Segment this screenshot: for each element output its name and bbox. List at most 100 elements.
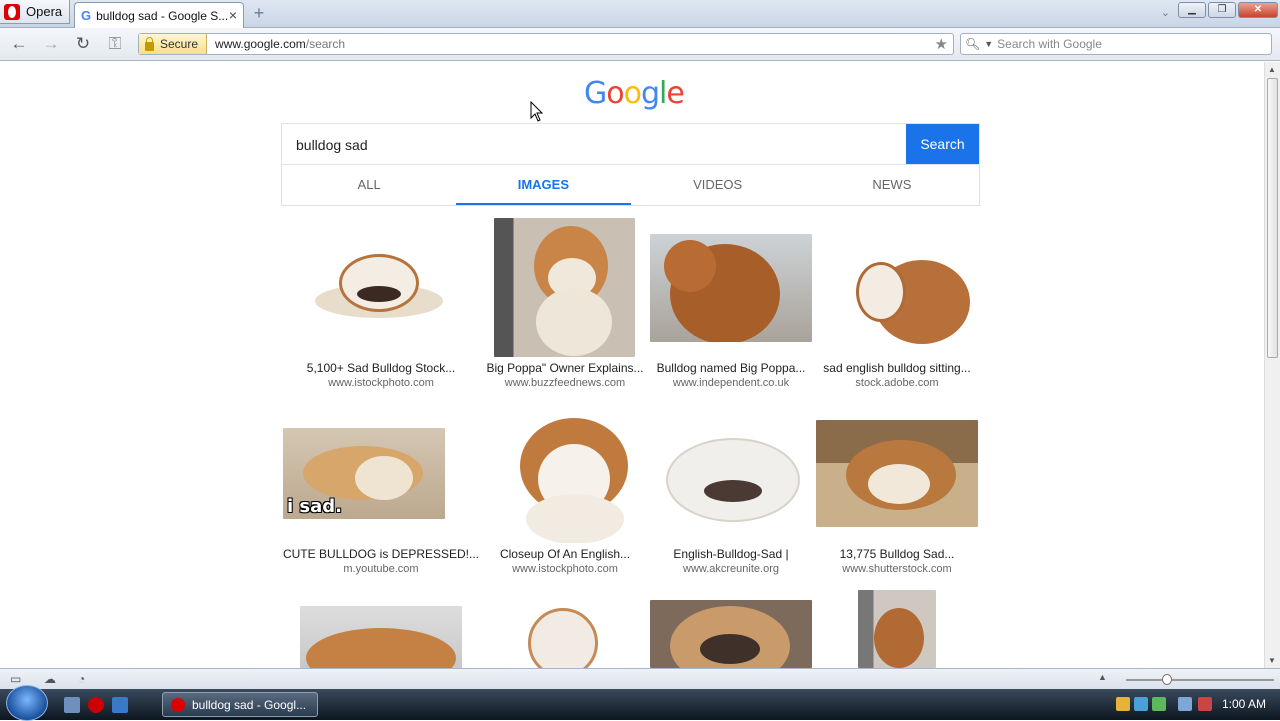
new-tab-button[interactable]: + <box>250 4 268 22</box>
security-label: Secure <box>160 37 199 51</box>
page-scrollbar[interactable]: ▲ ▼ <box>1264 62 1280 668</box>
forward-arrow-icon[interactable]: → <box>40 34 62 54</box>
zoom-slider-knob[interactable] <box>1162 674 1172 685</box>
result-site: www.istockphoto.com <box>512 563 618 575</box>
tab-title: bulldog sad - Google S... <box>96 8 229 23</box>
result-image-7[interactable] <box>660 430 805 524</box>
address-bar[interactable]: Secure www.google.com/search ★ <box>138 33 954 55</box>
switch-windows-icon[interactable] <box>112 697 128 713</box>
logo-letter: G <box>584 76 607 111</box>
browser-search-box[interactable]: 🔍︎ ▼ Search with Google <box>960 33 1272 55</box>
zoom-slider[interactable] <box>1126 674 1274 685</box>
taskbar-app-label: bulldog sad - Googl... <box>192 697 307 712</box>
opera-menu-button[interactable]: Opera <box>0 0 70 24</box>
google-favicon-icon: G <box>81 8 92 23</box>
scroll-up-icon[interactable]: ▲ <box>1268 65 1276 74</box>
search-button[interactable]: Search <box>906 124 979 165</box>
tab-all[interactable]: ALL <box>282 165 456 205</box>
mouse-cursor-icon <box>530 101 544 122</box>
opera-menu-label: Opera <box>26 4 63 19</box>
result-title: CUTE BULLDOG is DEPRESSED!... <box>282 547 480 561</box>
result-caption-4[interactable]: sad english bulldog sitting... stock.ado… <box>816 361 978 389</box>
tab-menu-chevron-icon[interactable]: ⌄ <box>1161 6 1170 19</box>
shield-tray-icon[interactable] <box>1116 697 1130 711</box>
result-caption-6[interactable]: Closeup Of An English... www.istockphoto… <box>480 547 650 575</box>
title-bar: Opera G bulldog sad - Google S... × + ⌄ … <box>0 0 1280 28</box>
logo-letter: o <box>623 76 642 111</box>
result-image-5[interactable]: i sad. <box>283 428 445 519</box>
search-icon: 🔍︎ <box>965 37 981 51</box>
search-engine-dropdown-icon[interactable]: ▼ <box>984 39 993 49</box>
logo-letter: e <box>666 76 684 111</box>
browser-tab[interactable]: G bulldog sad - Google S... × <box>74 2 244 28</box>
result-image-4[interactable] <box>826 250 974 347</box>
minimize-button[interactable]: ▁ <box>1178 2 1206 18</box>
result-site: www.akcreunite.org <box>683 563 779 575</box>
opera-logo-icon <box>171 697 185 712</box>
result-image-1[interactable] <box>305 244 453 329</box>
result-caption-7[interactable]: English-Bulldog-Sad | www.akcreunite.org <box>645 547 817 575</box>
result-image-8[interactable] <box>816 420 978 527</box>
search-tabs: ALL IMAGES VIDEOS NEWS <box>281 164 980 206</box>
result-caption-5[interactable]: CUTE BULLDOG is DEPRESSED!... m.youtube.… <box>281 547 481 575</box>
scrollbar-thumb[interactable] <box>1267 78 1278 358</box>
bookmark-star-icon[interactable]: ★ <box>935 35 948 53</box>
opera-quicklaunch-icon[interactable] <box>88 697 104 713</box>
security-badge[interactable]: Secure <box>139 34 208 54</box>
web-page: Google bulldog sad Search ALL IMAGES VID… <box>0 62 1264 668</box>
window-controls: ▁ ❐ ✕ <box>1178 2 1278 18</box>
result-title: English-Bulldog-Sad | <box>673 547 789 561</box>
clock[interactable]: 1:00 AM <box>1222 697 1266 711</box>
result-title: Bulldog named Big Poppa... <box>656 361 806 375</box>
result-title: 5,100+ Sad Bulldog Stock... <box>306 361 456 375</box>
cloud-icon[interactable]: ☁ <box>44 672 58 686</box>
result-site: www.buzzfeednews.com <box>504 377 626 389</box>
volume-muted-icon[interactable] <box>1198 697 1212 711</box>
update-tray-icon[interactable] <box>1152 697 1166 711</box>
browser-search-placeholder: Search with Google <box>997 37 1102 51</box>
taskbar-opera-window[interactable]: bulldog sad - Googl... <box>162 692 318 717</box>
google-logo[interactable]: Google <box>584 76 685 111</box>
network-tray-icon[interactable] <box>1134 697 1148 711</box>
close-tab-icon[interactable]: × <box>229 7 237 23</box>
maximize-button[interactable]: ❐ <box>1208 2 1236 18</box>
close-window-button[interactable]: ✕ <box>1238 2 1278 18</box>
navigation-bar: ← → ↻ ⚿ Secure www.google.com/search ★ 🔍… <box>0 28 1280 61</box>
key-icon[interactable]: ⚿ <box>104 34 126 54</box>
lock-icon <box>145 36 154 51</box>
result-image-10[interactable] <box>520 602 604 668</box>
result-caption-2[interactable]: Big Poppa" Owner Explains... www.buzzfee… <box>480 361 650 389</box>
back-arrow-icon[interactable]: ← <box>8 34 30 54</box>
opera-logo-icon <box>4 3 20 20</box>
show-desktop-icon[interactable] <box>64 697 80 713</box>
result-title: 13,775 Bulldog Sad... <box>839 547 955 561</box>
result-caption-1[interactable]: 5,100+ Sad Bulldog Stock... www.istockph… <box>283 361 479 389</box>
search-input[interactable]: bulldog sad <box>282 124 906 164</box>
scroll-down-icon[interactable]: ▼ <box>1268 656 1276 665</box>
speed-dial-icon[interactable]: ◔ <box>78 672 92 686</box>
result-image-3[interactable] <box>650 234 812 342</box>
search-form: bulldog sad Search <box>281 123 980 165</box>
tab-news[interactable]: NEWS <box>805 165 979 205</box>
url-text[interactable]: www.google.com/search <box>215 37 345 51</box>
result-caption-3[interactable]: Bulldog named Big Poppa... www.independe… <box>645 361 817 389</box>
logo-letter: g <box>640 76 660 111</box>
logo-letter: o <box>606 76 624 111</box>
result-image-11[interactable] <box>650 600 812 668</box>
url-path: /search <box>305 37 346 51</box>
result-caption-8[interactable]: 13,775 Bulldog Sad... www.shutterstock.c… <box>816 547 978 575</box>
result-image-12[interactable] <box>858 590 936 668</box>
tab-images[interactable]: IMAGES <box>456 165 631 205</box>
zoom-up-icon[interactable]: ▲ <box>1098 672 1112 686</box>
display-tray-icon[interactable] <box>1178 697 1192 711</box>
result-image-9[interactable] <box>300 606 462 668</box>
taskbar: bulldog sad - Googl... 1:00 AM <box>0 685 1280 721</box>
start-button[interactable] <box>6 685 48 721</box>
result-image-6[interactable] <box>516 414 633 543</box>
result-image-2[interactable] <box>494 218 635 357</box>
panel-toggle-icon[interactable]: ▭ <box>10 672 24 686</box>
reload-icon[interactable]: ↻ <box>72 34 94 54</box>
result-site: www.istockphoto.com <box>328 377 434 389</box>
tab-videos[interactable]: VIDEOS <box>631 165 805 205</box>
url-host: www.google.com <box>215 37 306 51</box>
